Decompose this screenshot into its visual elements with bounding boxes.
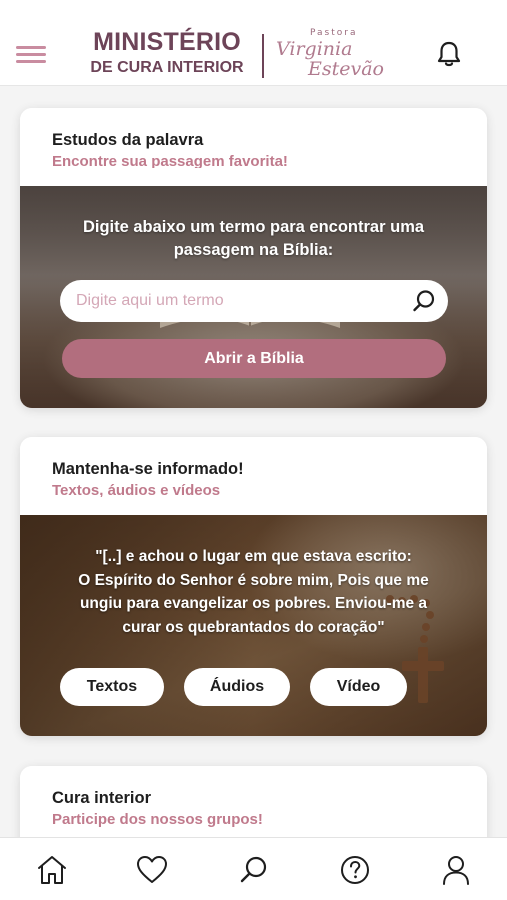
home-icon[interactable] [36, 854, 68, 886]
bible-prompt-line2: passagem na Bíblia: [173, 241, 334, 259]
hamburger-menu-icon[interactable] [16, 44, 46, 64]
inner-healing-subtitle: Participe dos nossos grupos! [52, 811, 263, 828]
bell-icon[interactable] [436, 40, 462, 68]
signature-title: Pastora [310, 28, 358, 38]
bible-search-box [60, 280, 448, 322]
quote-line4: curar os quebrantados do coração" [122, 618, 385, 636]
bible-search-input[interactable] [76, 280, 406, 322]
bottom-navigation [0, 837, 507, 900]
audios-button[interactable]: Áudios [184, 668, 290, 706]
search-icon[interactable] [238, 854, 270, 886]
pastor-signature-logo: Pastora Virginia Estevão [270, 26, 384, 82]
signature-last-name: Estevão [308, 58, 384, 80]
heart-icon[interactable] [136, 854, 168, 886]
bible-verse-quote: "[..] e achou o lugar em que estava escr… [42, 545, 465, 639]
brand-logo: MINISTÉRIO DE CURA INTERIOR [84, 30, 250, 76]
brand-line1: MINISTÉRIO [93, 28, 241, 56]
bible-card-title: Estudos da palavra [52, 131, 204, 149]
user-icon[interactable] [440, 854, 472, 886]
quote-line2: O Espírito do Senhor é sobre mim, Pois q… [78, 571, 429, 589]
header-curve [20, 168, 487, 186]
inner-healing-title: Cura interior [52, 789, 152, 807]
open-bible-button[interactable]: Abrir a Bíblia [62, 339, 446, 378]
quote-line1: "[..] e achou o lugar em que estava escr… [95, 548, 412, 565]
bible-study-card: Estudos da palavra Encontre sua passagem… [20, 108, 487, 408]
bible-search-prompt: Digite abaixo um termo para encontrar um… [20, 216, 487, 262]
brand-line2: DE CURA INTERIOR [90, 59, 244, 76]
videos-button[interactable]: Vídeo [310, 668, 407, 706]
quote-line3: ungiu para evangelizar os pobres. Enviou… [79, 595, 428, 612]
logo-divider [262, 34, 264, 78]
texts-button[interactable]: Textos [60, 668, 164, 706]
signature-first-name: Virginia [276, 38, 353, 60]
inner-healing-card-header: Cura interior Participe dos nossos grupo… [20, 766, 487, 844]
stay-informed-title: Mantenha-se informado! [52, 460, 244, 478]
help-icon[interactable] [339, 854, 371, 886]
stay-informed-card: Mantenha-se informado! Textos, áudios e … [20, 437, 487, 736]
top-bar: MINISTÉRIO DE CURA INTERIOR Pastora Virg… [0, 0, 507, 86]
search-icon[interactable] [412, 289, 436, 313]
bible-prompt-line1: Digite abaixo um termo para encontrar um… [82, 218, 425, 236]
header-curve [20, 497, 487, 515]
